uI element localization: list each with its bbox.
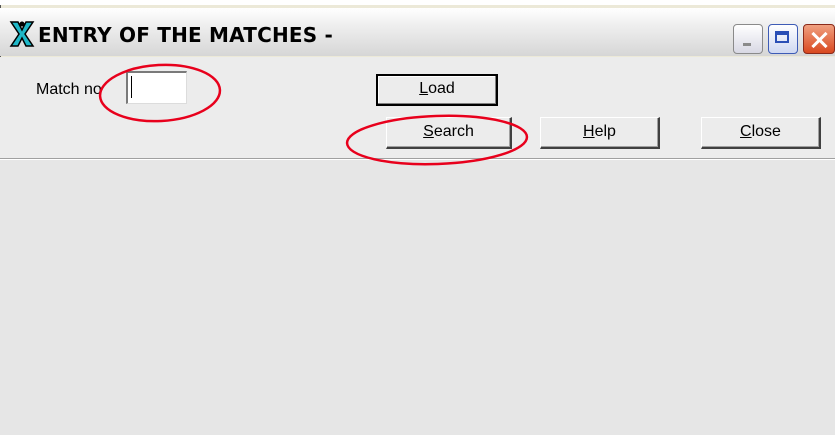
match-no-input[interactable]	[126, 71, 187, 104]
load-button-label: Load	[419, 80, 455, 97]
maximize-button[interactable]	[768, 24, 798, 54]
close-button[interactable]: Close	[701, 117, 821, 149]
minimize-button[interactable]	[733, 24, 763, 54]
search-button[interactable]: Search	[386, 117, 512, 149]
app-figure-icon	[9, 21, 35, 47]
close-window-button[interactable]	[803, 24, 835, 54]
text-caret	[131, 76, 132, 98]
help-button-label: Help	[583, 123, 616, 140]
search-button-label: Search	[423, 123, 474, 140]
load-button[interactable]: Load	[376, 74, 498, 106]
window-title: ENTRY OF THE MATCHES -	[38, 23, 334, 47]
help-button[interactable]: Help	[540, 117, 660, 149]
title-bar[interactable]: ENTRY OF THE MATCHES -	[0, 8, 835, 56]
close-button-label: Close	[740, 123, 781, 140]
match-no-label: Match no	[36, 81, 102, 98]
content-area	[0, 160, 835, 435]
